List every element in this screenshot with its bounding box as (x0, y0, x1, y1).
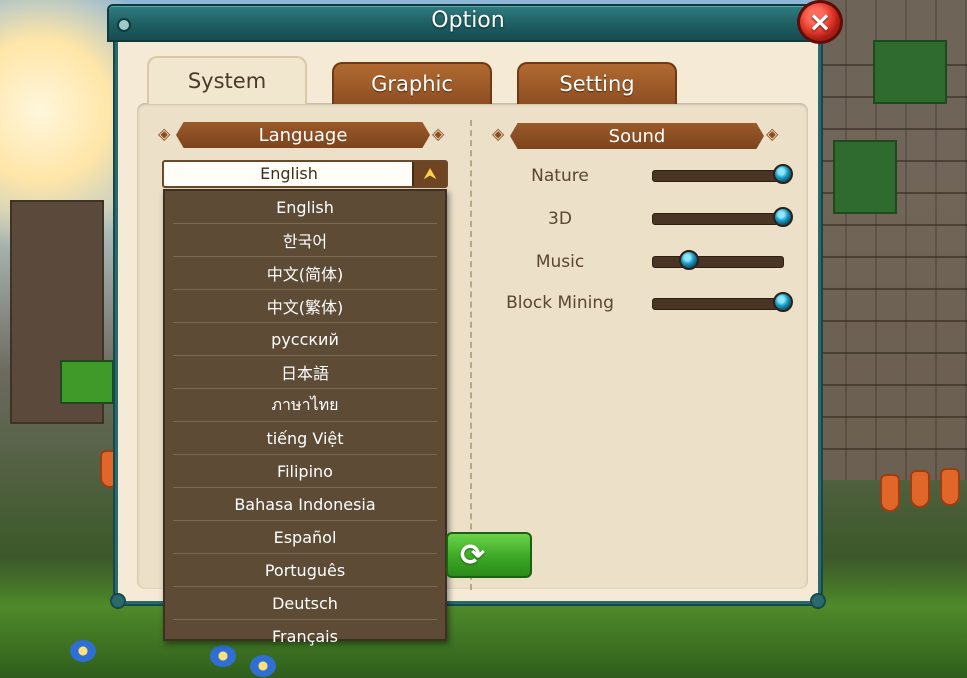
tab-system[interactable]: System (147, 56, 307, 104)
corner-rivet (810, 593, 826, 609)
slider-label-nature: Nature (531, 166, 589, 186)
language-selected-value: English (260, 164, 318, 183)
language-option-filipino[interactable]: Filipino (173, 455, 437, 488)
language-option-indonesian[interactable]: Bahasa Indonesia (173, 488, 437, 521)
blue-flower (250, 655, 276, 677)
diamond-ornament-icon: ◈ (432, 124, 445, 143)
language-option-spanish[interactable]: Español (173, 521, 437, 554)
window-title: Option (431, 8, 505, 33)
palm-leaves (60, 360, 114, 404)
carrot (880, 474, 900, 512)
language-option-japanese[interactable]: 日本語 (173, 356, 437, 389)
carrot (910, 470, 930, 508)
language-option-korean[interactable]: 한국어 (173, 224, 437, 257)
blue-flower (70, 640, 96, 662)
arrow-up-icon: ⮝ (423, 164, 437, 183)
language-option-chinese-traditional[interactable]: 中文(繁体) (173, 290, 437, 323)
language-header-label: Language (258, 124, 348, 146)
tree-leaves (833, 140, 897, 214)
slider-knob[interactable] (773, 207, 793, 227)
diamond-ornament-icon: ◈ (492, 124, 505, 143)
sound-header: Sound (510, 123, 764, 149)
language-option-thai[interactable]: ภาษาไทย (173, 389, 437, 422)
slider-label-block-mining: Block Mining (506, 293, 614, 313)
slider-knob[interactable] (773, 164, 793, 184)
block-mining-volume-slider[interactable] (652, 292, 793, 312)
corner-rivet (110, 593, 126, 609)
slider-knob[interactable] (773, 292, 793, 312)
music-volume-slider[interactable] (652, 250, 784, 270)
slider-label-3d: 3D (548, 209, 572, 229)
tab-graphic[interactable]: Graphic (332, 62, 492, 104)
language-header: Language (176, 122, 430, 148)
refresh-icon: ⟳ (460, 537, 486, 573)
stone-wall-texture (817, 60, 967, 480)
language-option-vietnamese[interactable]: tiếng Việt (173, 422, 437, 455)
close-icon: × (808, 5, 832, 38)
close-button[interactable]: × (797, 0, 843, 44)
3d-volume-slider[interactable] (652, 207, 793, 227)
language-option-german[interactable]: Deutsch (173, 587, 437, 620)
dropdown-arrow-icon[interactable]: ⮝ (412, 162, 446, 186)
language-option-french[interactable]: Français (173, 620, 437, 652)
language-dropdown-list: English 한국어 中文(简体) 中文(繁体) русский 日本語 ภา… (163, 189, 447, 646)
tab-setting[interactable]: Setting (517, 62, 677, 104)
slider-label-music: Music (535, 252, 585, 272)
language-option-english[interactable]: English (173, 191, 437, 224)
carrot (940, 468, 960, 506)
language-option-portuguese[interactable]: Português (173, 554, 437, 587)
slider-knob[interactable] (679, 250, 700, 270)
diamond-ornament-icon: ◈ (158, 124, 171, 143)
diamond-ornament-icon: ◈ (766, 124, 779, 143)
column-divider (470, 120, 472, 590)
tree-leaves (873, 40, 947, 104)
nature-volume-slider[interactable] (652, 164, 793, 184)
language-option-russian[interactable]: русский (173, 323, 437, 356)
sound-header-label: Sound (608, 125, 666, 147)
title-bar: Option (107, 4, 829, 42)
language-select[interactable]: English ⮝ (162, 160, 448, 188)
language-option-chinese-simplified[interactable]: 中文(简体) (173, 257, 437, 290)
reset-button[interactable]: ⟳ (446, 532, 532, 578)
